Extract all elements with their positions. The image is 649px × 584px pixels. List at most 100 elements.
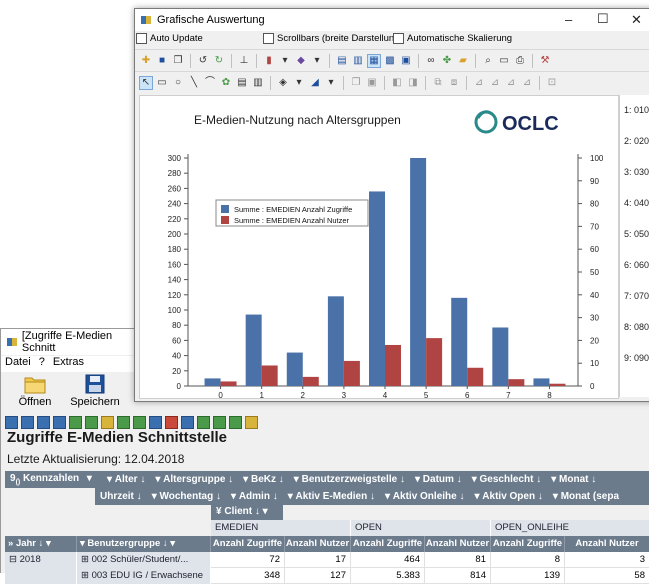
category-list-item[interactable]: 8: 080 bbox=[624, 322, 649, 332]
zoom-icon[interactable]: ⌕ bbox=[481, 54, 495, 68]
row-group-cell[interactable]: ⊞ 003 EDU IG / Erwachsene bbox=[77, 568, 211, 584]
align-icon[interactable]: ⊿ bbox=[472, 76, 486, 90]
copy-icon[interactable]: ❐ bbox=[349, 76, 363, 90]
folder-icon[interactable]: ▰ bbox=[456, 54, 470, 68]
close-icon[interactable]: ✕ bbox=[631, 12, 642, 28]
text-icon[interactable]: ▤ bbox=[235, 76, 249, 90]
align-icon[interactable]: ⊿ bbox=[520, 76, 534, 90]
align-icon[interactable]: ⊿ bbox=[488, 76, 502, 90]
open-button[interactable]: Öffnen bbox=[5, 374, 65, 414]
category-list-item[interactable]: 6: 060 bbox=[624, 260, 649, 270]
refresh-icon[interactable]: ↻ bbox=[212, 54, 226, 68]
sort-icon[interactable] bbox=[69, 415, 82, 429]
col-header[interactable]: Anzahl Nutzer bbox=[565, 536, 649, 552]
chart-type-icon[interactable]: ▮ bbox=[262, 54, 276, 68]
grid-icon[interactable] bbox=[53, 415, 66, 429]
tool-icon[interactable]: ⚒ bbox=[538, 54, 552, 68]
category-list-item[interactable]: 2: 020 bbox=[624, 136, 649, 146]
category-list-item[interactable]: 1: 010 bbox=[624, 105, 649, 115]
field-admin[interactable]: ▾ Admin ↓ bbox=[226, 491, 283, 502]
paste-icon[interactable]: ▣ bbox=[365, 76, 379, 90]
ungroup-icon[interactable]: ⧈ bbox=[447, 76, 461, 90]
field-wochentag[interactable]: ▾ Wochentag ↓ bbox=[147, 491, 226, 502]
line-color-icon[interactable]: ◢ bbox=[308, 76, 322, 90]
layout-icon[interactable]: ▥ bbox=[351, 54, 365, 68]
remove-icon[interactable] bbox=[165, 415, 178, 429]
layout-icon[interactable]: ▤ bbox=[335, 54, 349, 68]
category-list-item[interactable]: 4: 040 bbox=[624, 198, 649, 208]
rectangle-icon[interactable]: ▭ bbox=[155, 76, 169, 90]
filter-icon[interactable] bbox=[213, 415, 226, 429]
maximize-icon[interactable]: ☐ bbox=[597, 11, 609, 27]
field-aktiv-open[interactable]: ▾ Aktiv Open ↓ bbox=[469, 491, 547, 502]
field-datum[interactable]: ▾ Datum ↓ bbox=[410, 474, 467, 485]
col-header[interactable]: Anzahl Nutzer bbox=[285, 536, 351, 552]
row-header-group[interactable]: ▾ Benutzergruppe ↓ ▾ bbox=[77, 536, 211, 552]
grid-icon[interactable] bbox=[5, 415, 18, 429]
dropdown-icon[interactable]: ▾ bbox=[310, 54, 324, 68]
col-header[interactable]: Anzahl Zugriffe bbox=[351, 536, 425, 552]
field-monat[interactable]: ▾ Monat ↓ bbox=[546, 474, 601, 485]
field-aktiv-emedien[interactable]: ▾ Aktiv E-Medien ↓ bbox=[283, 491, 380, 502]
dropdown-icon[interactable]: ▾ bbox=[292, 76, 306, 90]
back-icon[interactable]: ◨ bbox=[406, 76, 420, 90]
scrollbars-checkbox[interactable]: Scrollbars (breite Darstellung) bbox=[263, 33, 403, 45]
arc-icon[interactable]: ⌒ bbox=[203, 76, 217, 90]
format-icon[interactable] bbox=[149, 415, 162, 429]
properties-icon[interactable]: ⊡ bbox=[545, 76, 559, 90]
group-icon[interactable]: ⧉ bbox=[431, 76, 445, 90]
menu-extras[interactable]: Extras bbox=[53, 356, 84, 372]
print-icon[interactable]: ⎙ bbox=[513, 54, 527, 68]
grid-icon[interactable] bbox=[21, 415, 34, 429]
refresh-icon[interactable] bbox=[245, 415, 258, 429]
menu-datei[interactable]: Datei bbox=[5, 356, 31, 372]
copy-icon[interactable]: ❐ bbox=[171, 54, 185, 68]
undo-icon[interactable]: ↺ bbox=[196, 54, 210, 68]
comment-icon[interactable]: ▥ bbox=[251, 76, 265, 90]
line-icon[interactable]: ╲ bbox=[187, 76, 201, 90]
field-uhrzeit[interactable]: Uhrzeit ↓ bbox=[95, 491, 147, 502]
col-header[interactable]: Anzahl Zugriffe bbox=[211, 536, 285, 552]
row-group-cell[interactable]: ⊞ 002 Schüler/Student/... bbox=[77, 552, 211, 568]
field-benutzerzweigstelle[interactable]: ▾ Benutzerzweigstelle ↓ bbox=[289, 474, 410, 485]
calc-icon[interactable] bbox=[229, 415, 242, 429]
layout-icon[interactable]: ▦ bbox=[367, 53, 381, 68]
auto-update-checkbox[interactable]: Auto Update bbox=[136, 33, 203, 45]
save-button[interactable]: Speichern bbox=[65, 374, 125, 414]
field-monat-sepa[interactable]: ▾ Monat (sepa bbox=[548, 491, 624, 502]
preview-icon[interactable]: ▭ bbox=[497, 54, 511, 68]
menu-help[interactable]: ? bbox=[39, 356, 45, 372]
category-list-item[interactable]: 5: 050 bbox=[624, 229, 649, 239]
col-header[interactable]: Anzahl Nutzer bbox=[425, 536, 491, 552]
chart-icon[interactable] bbox=[101, 415, 114, 429]
category-list-item[interactable]: 9: 090 bbox=[624, 353, 649, 363]
col-header[interactable]: Anzahl Zugriffe bbox=[491, 536, 565, 552]
front-icon[interactable]: ◧ bbox=[390, 76, 404, 90]
table-icon[interactable]: ▩ bbox=[383, 54, 397, 68]
color-icon[interactable]: ◆ bbox=[294, 54, 308, 68]
fill-icon[interactable]: ◈ bbox=[276, 76, 290, 90]
save-icon[interactable]: ■ bbox=[155, 54, 169, 68]
dropdown-icon[interactable]: ▾ bbox=[324, 76, 338, 90]
new-icon[interactable]: ✚ bbox=[139, 54, 153, 68]
field-geschlecht[interactable]: ▾ Geschlecht ↓ bbox=[467, 474, 547, 485]
field-client[interactable]: ¥ Client ↓ ▾ bbox=[211, 503, 283, 520]
binoculars-icon[interactable]: ∞ bbox=[424, 54, 438, 68]
export-icon[interactable] bbox=[181, 415, 194, 429]
align-icon[interactable]: ⊿ bbox=[504, 76, 518, 90]
field-alter[interactable]: ▾ Alter ↓ bbox=[102, 474, 150, 485]
filter-icon[interactable] bbox=[117, 415, 130, 429]
sort-icon[interactable] bbox=[85, 415, 98, 429]
settings-icon[interactable]: ✤ bbox=[440, 54, 454, 68]
row-header-year[interactable]: » Jahr ↓ ▾ bbox=[5, 536, 77, 552]
ellipse-icon[interactable]: ○ bbox=[171, 76, 185, 90]
minimize-icon[interactable]: – bbox=[565, 12, 572, 27]
field-kennzahlen[interactable]: 9() Kennzahlen ▾ bbox=[5, 473, 102, 486]
field-aktiv-onleihe[interactable]: ▾ Aktiv Onleihe ↓ bbox=[380, 491, 470, 502]
axis-icon[interactable]: ⊥ bbox=[237, 54, 251, 68]
field-altersgruppe[interactable]: ▾ Altersgruppe ↓ bbox=[150, 474, 238, 485]
pointer-icon[interactable]: ↖ bbox=[139, 75, 153, 90]
dropdown-icon[interactable]: ▾ bbox=[278, 54, 292, 68]
field-bekz[interactable]: ▾ BeKz ↓ bbox=[238, 474, 289, 485]
image-insert-icon[interactable]: ✿ bbox=[219, 76, 233, 90]
